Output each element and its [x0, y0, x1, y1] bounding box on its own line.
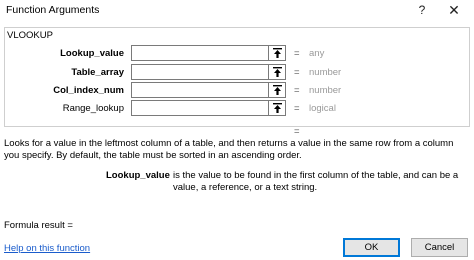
equals-sign: = [294, 67, 300, 78]
function-name-label: VLOOKUP [6, 30, 54, 41]
argument-label: Range_lookup [62, 103, 124, 114]
equals-sign: = [294, 85, 300, 96]
table-array-ref-button[interactable] [268, 64, 286, 80]
lookup-value-input[interactable] [131, 45, 269, 61]
equals-sign: = [294, 103, 300, 114]
lookup-value-ref-button[interactable] [268, 45, 286, 61]
table-array-input[interactable] [131, 64, 269, 80]
argument-hint: number [309, 67, 342, 78]
collapse-dialog-arrow-icon [273, 103, 282, 113]
argument-row-lookup-value: Lookup_value = any [0, 45, 474, 62]
argument-hint: any [309, 48, 325, 59]
collapse-dialog-arrow-icon [273, 67, 282, 77]
cancel-button[interactable]: Cancel [411, 238, 468, 257]
title-bar: Function Arguments ? ✕ [0, 0, 474, 20]
col-index-num-ref-button[interactable] [268, 82, 286, 98]
dialog-title: Function Arguments [6, 4, 100, 16]
col-index-num-input[interactable] [131, 82, 269, 98]
argument-hint: number [309, 85, 342, 96]
argument-description-text: is the value to be found in the first co… [173, 170, 459, 193]
equals-sign: = [294, 48, 300, 59]
argument-description-name: Lookup_value [106, 170, 170, 181]
argument-row-table-array: Table_array = number [0, 64, 474, 81]
argument-label: Col_index_num [53, 85, 124, 96]
collapse-dialog-arrow-icon [273, 48, 282, 58]
argument-row-col-index-num: Col_index_num = number [0, 82, 474, 99]
ok-button[interactable]: OK [343, 238, 400, 257]
function-description: Looks for a value in the leftmost column… [4, 138, 454, 161]
argument-label: Lookup_value [60, 48, 124, 59]
function-result-equals: = [294, 126, 300, 137]
range-lookup-ref-button[interactable] [268, 100, 286, 116]
argument-label: Table_array [71, 67, 124, 78]
close-icon[interactable]: ✕ [440, 0, 468, 20]
formula-result-label: Formula result = [4, 220, 73, 231]
help-on-function-link[interactable]: Help on this function [4, 243, 90, 254]
argument-row-range-lookup: Range_lookup = logical [0, 100, 474, 117]
range-lookup-input[interactable] [131, 100, 269, 116]
collapse-dialog-arrow-icon [273, 85, 282, 95]
argument-hint: logical [309, 103, 336, 114]
help-icon[interactable]: ? [408, 0, 436, 20]
